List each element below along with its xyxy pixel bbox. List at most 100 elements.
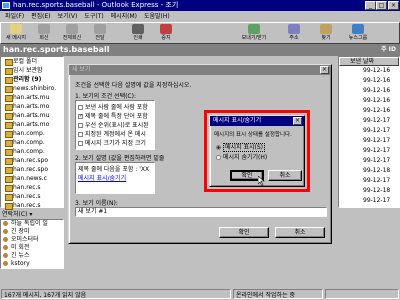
contacts-header[interactable]: 연락처(C) ▾ [0,210,64,219]
condition-checkbox[interactable] [78,105,83,110]
list-item[interactable]: 99-12-18 [339,166,399,176]
print-button[interactable]: 인쇄 [125,23,151,45]
tree-item[interactable]: han.rec.s [1,192,63,201]
app-icon [2,2,10,9]
message-list[interactable]: 보낸 날짜 99-12-16 99-12-16 99-12-16 99-12-1… [338,56,400,208]
menu-bar: 파일(F) 편집(E) 보기(V) 도구(T) 메시지(M) 도움말(H) [0,11,400,22]
view-name-input[interactable]: 새 보기 #1 [75,207,327,217]
column-header-date[interactable]: 보낸 날짜 [339,57,399,66]
contact-item[interactable]: 긴 뉴스 [1,252,63,260]
show-messages-option[interactable]: 메시지 표시(S) [216,142,265,152]
mouse-cursor-icon [258,176,265,186]
condition-checkbox[interactable] [78,141,83,146]
list-item[interactable]: 99-12-17 [339,176,399,186]
menu-tools[interactable]: 도구(T) [84,11,103,22]
folder-bar: han.rec.sports.baseball 주 ID [0,44,400,56]
condition-checkbox[interactable] [78,132,83,137]
tree-item[interactable]: han.rec.s [1,201,63,210]
menu-file[interactable]: 파일(F) [5,11,24,22]
list-item[interactable]: 99-12-16 [339,76,399,86]
list-item[interactable]: 99-12-17 [339,146,399,156]
show-hide-cancel-button[interactable]: 취소 [268,170,302,181]
status-online: 온라인에서 작업하는 중 [233,289,323,299]
tree-item[interactable]: han.rec.s [1,183,63,192]
addresses-button[interactable]: 주소 [281,23,307,45]
tree-item[interactable]: 로컬 폴더 [1,57,63,66]
view-cancel-button[interactable]: 취소 [275,227,325,238]
list-item[interactable]: 99-12-17 [339,136,399,146]
stop-button[interactable]: 중지 [153,23,179,45]
contacts-list[interactable]: 하늘 독립이 일 긴 장미 오미스터터 미 회전 긴 뉴스 kstory [0,219,64,269]
list-item[interactable]: 99-12-18 [339,186,399,196]
show-hide-link[interactable]: 메시지 표시/숨기기 [78,173,152,182]
tree-item[interactable]: han.comp. [1,147,63,156]
description-line[interactable]: 제목 줄에 다음을 포함 : 'XX [78,164,152,173]
condition-checkbox-checked[interactable]: ✓ [78,114,83,119]
menu-help[interactable]: 도움말(H) [144,11,170,22]
find-button[interactable]: 찾기 [313,23,339,45]
list-item[interactable]: 99-12-17 [339,116,399,126]
maximize-button[interactable]: □ [376,1,387,10]
new-message-button[interactable]: 새 메시지 [3,23,29,45]
tree-item[interactable]: han.arts.mu [1,111,63,120]
new-view-close-button[interactable]: × [320,66,329,74]
condition-item[interactable]: 메시지 크기가 지정 크기 [78,138,152,147]
contact-item[interactable]: 오미스터터 [1,236,63,244]
list-item[interactable]: 99-12-16 [339,86,399,96]
tree-item[interactable]: han.rec.spo [1,156,63,165]
hide-messages-radio[interactable] [216,155,221,160]
newsgroups-button[interactable]: 뉴스그룹 [345,23,371,45]
reply-button[interactable]: 회신 [31,23,57,45]
condition-item[interactable]: 지정된 계정에서 온 메시 [78,129,152,138]
contact-item[interactable]: 하늘 독립이 일 [1,220,63,228]
send-receive-button[interactable]: 보내기/받기 [241,23,267,45]
tree-item[interactable]: 임시 보관함 [1,66,63,75]
show-messages-radio[interactable] [216,145,221,150]
reply-icon [38,24,50,34]
condition-item[interactable]: ✓ 제목 줄에 특정 단어 포함 [78,111,152,120]
show-hide-prompt: 메시지의 표시 상태를 설정합니다. [214,132,292,138]
find-icon [320,24,332,34]
condition-checkbox[interactable] [78,123,83,128]
condition-item[interactable]: 우선 순위(표시)로 표시된 [78,120,152,129]
menu-edit[interactable]: 편집(E) [31,11,51,22]
forward-icon [94,24,106,34]
tree-item[interactable]: han.news.c [1,174,63,183]
toolbar: 새 메시지 회신 전체회신 전달 인쇄 중지 보내기/받기 주소 찾기 뉴스그룹 [0,22,400,44]
tree-item[interactable]: han.comp. [1,138,63,147]
tree-item[interactable]: news.shinbiro. [1,84,63,93]
address-book-icon [288,24,300,34]
hide-messages-option[interactable]: 메시지 숨기기(H) [216,152,267,161]
close-button[interactable]: × [388,1,399,10]
tree-item[interactable]: han.arts.mu [1,93,63,102]
list-item[interactable]: 99-12-17 [339,126,399,136]
contact-item[interactable]: kstory [1,260,63,268]
tree-item[interactable]: 관리함 (9) [1,75,63,84]
list-item[interactable]: 99-12-16 [339,66,399,76]
menu-message[interactable]: 메시지(M) [111,11,137,22]
tree-item[interactable]: han.arts.mo [1,102,63,111]
list-item[interactable]: 99-12-16 [339,106,399,116]
show-hide-title-bar: 메시지 표시/숨기기 × [210,116,304,126]
reply-all-button[interactable]: 전체회신 [59,23,85,45]
conditions-list[interactable]: 보낸 사람 줄에 사람 포함 ✓ 제목 줄에 특정 단어 포함 우선 순위(표시)… [75,100,155,150]
forward-button[interactable]: 전달 [87,23,113,45]
status-bar: 167개 메시지, 167개 읽지 않음 온라인에서 작업하는 중 [0,288,400,300]
tree-item[interactable]: han.rec.spo [1,165,63,174]
condition-item[interactable]: 보낸 사람 줄에 사람 포함 [78,102,152,111]
list-item[interactable]: 99-12-17 [339,156,399,166]
contact-item[interactable]: 긴 장미 [1,228,63,236]
list-item[interactable]: 99-12-17 [339,196,399,206]
tree-item[interactable]: han.arts.mo [1,120,63,129]
view-ok-button[interactable]: 확인 [219,227,269,238]
minimize-button[interactable]: _ [365,1,376,10]
status-message-count: 167개 메시지, 167개 읽지 않음 [1,289,231,299]
description-box[interactable]: 제목 줄에 다음을 포함 : 'XX 메시지 표시/숨기기 [75,162,155,194]
tree-item[interactable]: han.comp. [1,129,63,138]
folder-name: han.rec.sports.baseball [3,45,110,54]
show-hide-close-button[interactable]: × [293,117,302,125]
contact-item[interactable]: 미 회전 [1,244,63,252]
folder-tree[interactable]: 로컬 폴더 임시 보관함 관리함 (9) news.shinbiro. han.… [0,56,64,210]
list-item[interactable]: 99-12-16 [339,96,399,106]
menu-view[interactable]: 보기(V) [58,11,78,22]
